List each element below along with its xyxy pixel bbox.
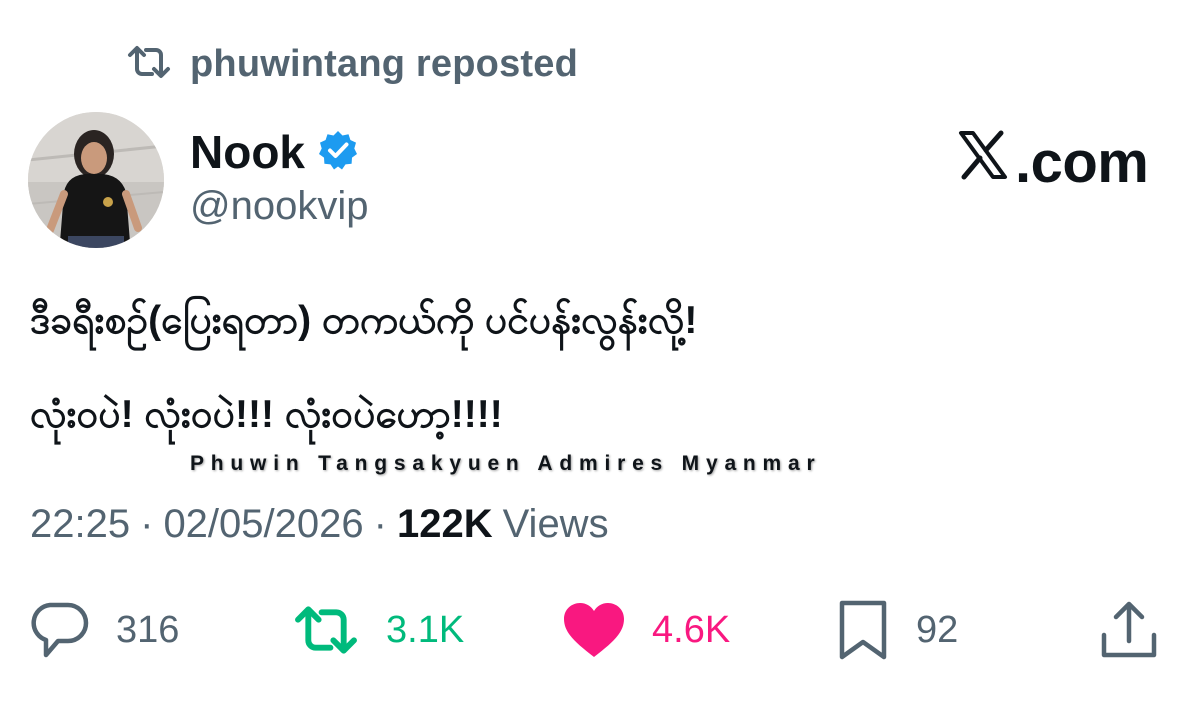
tweet-text-line-2: လုံးဝပဲ! လုံးဝပဲ!!! လုံးဝပဲဟော့!!!! [30, 393, 503, 436]
retweet-icon [126, 43, 172, 86]
tweet-text-line-1: ဒီခရီးစဉ်(ပြေးရတာ) တကယ်ကို ပင်ပန်းလွန်းလ… [30, 299, 698, 342]
author-name-row[interactable]: Nook [190, 122, 359, 182]
timestamp-time[interactable]: 22:25 [30, 502, 130, 547]
views-label: Views [502, 502, 609, 546]
share-icon [1098, 599, 1160, 661]
watermark-text: .com [1015, 129, 1149, 195]
like-button[interactable]: 4.6K [562, 598, 730, 662]
retweet-count: 3.1K [386, 608, 465, 651]
like-count: 4.6K [652, 608, 731, 651]
repost-header[interactable]: phuwintang reposted [126, 38, 578, 90]
author-handle[interactable]: @nookvip [190, 184, 368, 229]
x-logo-icon [955, 127, 1015, 197]
tweet-meta: 22:25 · 02/05/2026 · 122K Views [30, 502, 609, 547]
heart-icon [562, 601, 626, 659]
reply-icon [28, 599, 90, 661]
avatar[interactable] [28, 112, 164, 248]
repost-label: phuwintang reposted [190, 42, 579, 85]
meta-separator: · [140, 502, 154, 546]
retweet-icon [292, 602, 360, 658]
x-com-watermark: .com [955, 127, 1149, 197]
share-button[interactable] [1098, 598, 1160, 662]
verified-badge-icon [317, 129, 359, 176]
views-count: 122K [396, 502, 493, 546]
bookmark-button[interactable]: 92 [836, 598, 958, 662]
avatar-photo [28, 112, 164, 248]
meta-separator: · [373, 502, 387, 546]
reply-button[interactable]: 316 [28, 598, 179, 662]
reply-count: 316 [116, 608, 180, 651]
author-name: Nook [190, 126, 305, 178]
bookmark-icon [836, 599, 890, 661]
caption-overlay: Phuwin Tangsakyuen Admires Myanmar [190, 452, 822, 475]
retweet-button[interactable]: 3.1K [292, 598, 464, 662]
bookmark-count: 92 [916, 608, 959, 651]
timestamp-date[interactable]: 02/05/2026 [163, 502, 363, 547]
